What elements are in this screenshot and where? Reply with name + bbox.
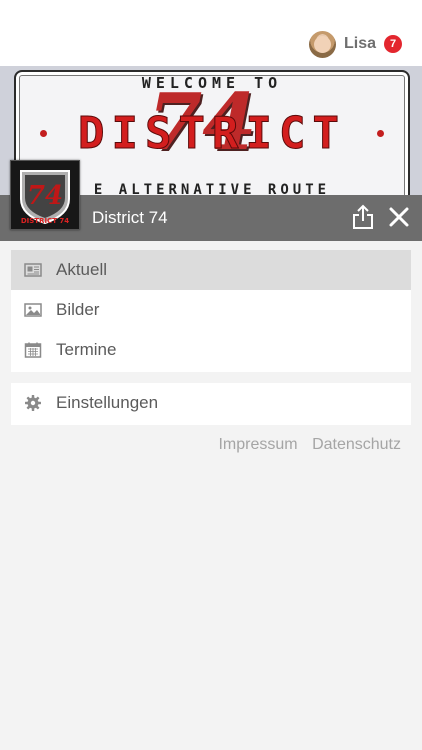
main-menu: Aktuell Bilder Termine bbox=[11, 250, 411, 372]
menu-item-einstellungen[interactable]: Einstellungen bbox=[11, 383, 411, 423]
app-title: District 74 bbox=[92, 208, 168, 227]
menu-item-termine[interactable]: Termine bbox=[11, 330, 411, 370]
user-profile[interactable]: Lisa 7 bbox=[308, 29, 402, 59]
shield-logo-icon: 74 DISTRICT 74 bbox=[11, 161, 79, 229]
top-bar: Lisa 7 bbox=[0, 0, 422, 66]
gear-icon bbox=[25, 395, 41, 411]
logo-text: DISTRICT 74 bbox=[21, 217, 69, 225]
menu-label-bilder: Bilder bbox=[56, 300, 100, 319]
settings-menu: Einstellungen bbox=[11, 383, 411, 425]
district-logo: 74 DISTRICT 74 bbox=[10, 160, 80, 230]
footer-links: Impressum Datenschutz bbox=[218, 436, 401, 454]
impressum-link[interactable]: Impressum bbox=[218, 436, 297, 453]
logo-number: 74 bbox=[27, 181, 63, 211]
close-icon[interactable] bbox=[386, 203, 412, 231]
image-icon bbox=[24, 303, 42, 317]
avatar[interactable] bbox=[308, 30, 336, 58]
user-name[interactable]: Lisa bbox=[344, 35, 376, 53]
banner-district-text: DISTRICT bbox=[78, 108, 346, 160]
menu-label-termine: Termine bbox=[56, 340, 117, 359]
share-icon[interactable] bbox=[350, 203, 376, 231]
menu-item-bilder[interactable]: Bilder bbox=[11, 290, 411, 330]
notification-badge[interactable]: 7 bbox=[384, 35, 402, 53]
menu-label-einstellungen: Einstellungen bbox=[56, 393, 159, 412]
newspaper-icon bbox=[24, 263, 42, 277]
calendar-icon bbox=[24, 342, 42, 358]
menu-item-aktuell[interactable]: Aktuell bbox=[11, 250, 411, 290]
datenschutz-link[interactable]: Datenschutz bbox=[312, 436, 401, 453]
menu-label-aktuell: Aktuell bbox=[56, 260, 108, 279]
